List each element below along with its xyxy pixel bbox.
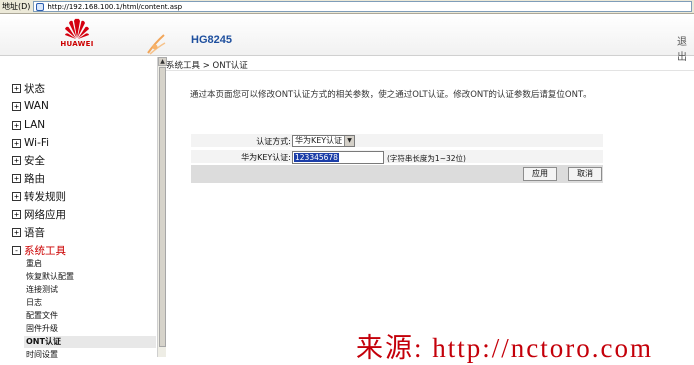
sidebar-item-lan[interactable]: + LAN [12,118,45,132]
expand-icon[interactable]: + [12,155,21,165]
cancel-button[interactable]: 取消 [568,167,602,181]
sidebar-item-label: 安全 [24,154,45,167]
address-label: 地址(D) [2,2,31,11]
expand-icon[interactable]: + [12,227,21,237]
expand-icon[interactable]: + [12,120,21,130]
address-input[interactable]: http://192.168.100.1/html/content.asp [33,1,692,12]
key-input[interactable]: 123345678 [292,151,384,164]
submenu-ont-auth[interactable]: ONT认证 [24,336,156,348]
sidebar-item-label: 网络应用 [24,208,66,221]
sidebar-item-wifi[interactable]: + Wi-Fi [12,136,49,150]
key-length-hint: (字符串长度为1~32位) [387,154,466,163]
submenu-factory-reset[interactable]: 恢复默认配置 [26,271,74,283]
decoration-icon [147,34,166,55]
logout-link[interactable]: 退出 [677,33,694,63]
key-label: 华为KEY认证: [241,153,291,162]
huawei-logo: HUAWEI [52,18,102,56]
sidebar-item-label: Wi-Fi [24,137,50,149]
submenu-reboot[interactable]: 重启 [26,258,42,270]
ont-auth-form: 认证方式: 华为KEY认证 ▼ 华为KEY认证: 123345678 (字符串长… [191,133,603,183]
page-description: 通过本页面您可以修改ONT认证方式的相关参数，使之通过OLT认证。修改ONT的认… [190,90,592,100]
sidebar-item-forwarding[interactable]: + 转发规则 [12,189,66,203]
auth-mode-row: 认证方式: 华为KEY认证 ▼ [191,133,603,147]
sidebar: + 状态 + WAN + LAN + Wi-Fi + 安全 + 路由 + 转发规… [0,57,158,359]
sidebar-item-voice[interactable]: + 语音 [12,225,45,239]
breadcrumb-divider [166,70,694,71]
expand-icon[interactable]: + [12,138,21,148]
submenu-firmware-upgrade[interactable]: 固件升级 [26,323,58,335]
scroll-thumb[interactable] [159,67,166,347]
auth-mode-select[interactable]: 华为KEY认证 ▼ [292,135,355,147]
key-row: 华为KEY认证: 123345678 (字符串长度为1~32位) [191,149,603,164]
submenu-time-settings[interactable]: 时间设置 [26,349,58,361]
sidebar-item-label: LAN [24,119,46,131]
sidebar-item-label: 转发规则 [24,190,66,203]
expand-icon[interactable]: + [12,101,21,111]
submenu-connection-test[interactable]: 连接测试 [26,284,58,296]
sidebar-item-label: 路由 [24,172,45,185]
brand-name: HUAWEI [60,40,94,48]
device-model: HG8245 [191,34,232,46]
sidebar-item-status[interactable]: + 状态 [12,81,45,95]
auth-mode-value: 华为KEY认证 [295,136,343,145]
auth-mode-label: 认证方式: [256,137,291,146]
huawei-petals-icon [65,18,89,39]
expand-icon[interactable]: + [12,173,21,183]
sidebar-scrollbar[interactable]: ▲ [157,57,167,357]
sidebar-item-route[interactable]: + 路由 [12,171,45,185]
sidebar-item-label: 系统工具 [24,244,66,257]
sidebar-item-label: WAN [24,100,49,112]
address-url: http://192.168.100.1/html/content.asp [47,2,183,11]
key-input-value: 123345678 [294,153,339,162]
collapse-icon[interactable]: - [12,245,21,255]
expand-icon[interactable]: + [12,209,21,219]
dropdown-arrow-icon[interactable]: ▼ [344,136,354,146]
sidebar-item-network-apps[interactable]: + 网络应用 [12,207,66,221]
apply-button[interactable]: 应用 [523,167,557,181]
header: HUAWEI HG8245 退出 [0,15,694,63]
submenu-config-file[interactable]: 配置文件 [26,310,58,322]
sidebar-item-wan[interactable]: + WAN [12,99,49,113]
page-icon [36,2,45,11]
sidebar-item-label: 语音 [24,226,45,239]
watermark: 来源: http://nctoro.com [356,333,653,363]
sidebar-item-label: 状态 [24,82,45,95]
sidebar-item-system-tools[interactable]: - 系统工具 [12,243,66,257]
submenu-log[interactable]: 日志 [26,297,42,309]
sidebar-item-security[interactable]: + 安全 [12,153,45,167]
button-bar: 应用 取消 [191,165,603,183]
expand-icon[interactable]: + [12,83,21,93]
address-bar: 地址(D) http://192.168.100.1/html/content.… [0,0,694,14]
expand-icon[interactable]: + [12,191,21,201]
